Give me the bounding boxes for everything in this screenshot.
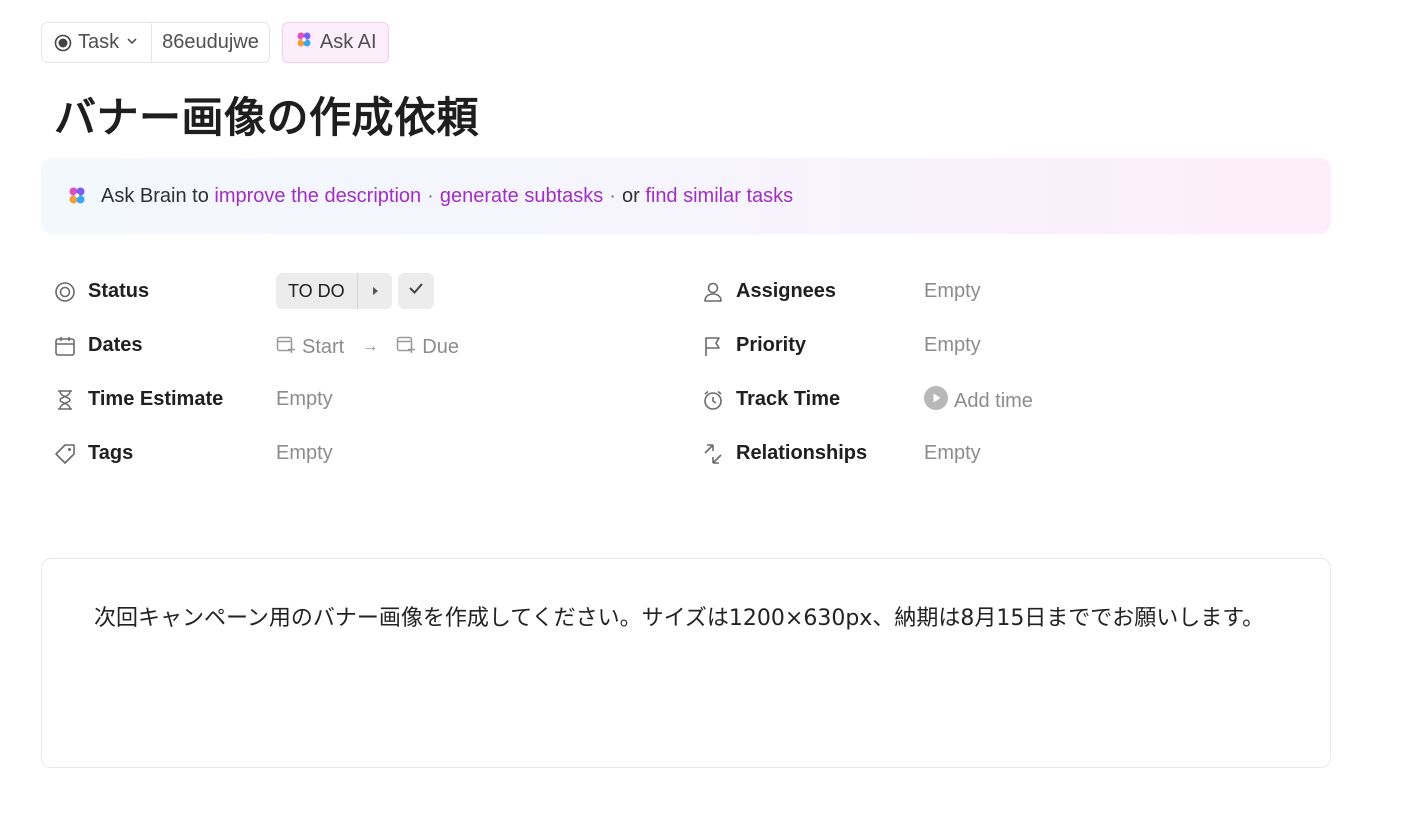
- brain-icon: [65, 184, 89, 208]
- flag-icon: [702, 335, 724, 357]
- time-estimate-value[interactable]: Empty: [276, 388, 333, 411]
- user-icon: [702, 281, 724, 303]
- check-icon: [407, 279, 425, 303]
- chevron-down-icon: [125, 31, 139, 54]
- status-value[interactable]: TO DO: [276, 273, 358, 309]
- caret-right-icon[interactable]: [358, 273, 392, 309]
- relationships-value[interactable]: Empty: [924, 442, 981, 465]
- ai-sparkle-icon: [294, 30, 314, 56]
- task-id[interactable]: 86eudujwe: [152, 23, 269, 62]
- tags-label-text: Tags: [88, 442, 134, 464]
- relationships-icon: [702, 443, 724, 465]
- complete-check-button[interactable]: [397, 273, 434, 309]
- ask-ai-button[interactable]: Ask AI: [281, 22, 389, 63]
- relationships-label: Relationships: [702, 442, 867, 465]
- start-date-button[interactable]: Start: [276, 334, 344, 360]
- assignees-label: Assignees: [702, 280, 836, 303]
- ask-ai-label: Ask AI: [319, 31, 377, 53]
- time-estimate-label: Time Estimate: [54, 388, 223, 411]
- status-pill[interactable]: TO DO: [276, 273, 392, 309]
- tag-icon: [54, 443, 76, 465]
- generate-subtasks-link[interactable]: generate subtasks: [440, 185, 603, 208]
- task-description[interactable]: 次回キャンペーン用のバナー画像を作成してください。サイズは1200×630px、…: [41, 558, 1331, 768]
- status-label-text: Status: [88, 280, 150, 302]
- add-time-label: Add time: [954, 389, 1033, 412]
- priority-label-text: Priority: [736, 334, 807, 356]
- due-date-label: Due: [422, 335, 459, 358]
- task-type-icon: [54, 34, 72, 52]
- status-control: TO DO: [276, 273, 434, 309]
- tags-value[interactable]: Empty: [276, 442, 333, 465]
- find-similar-tasks-link[interactable]: find similar tasks: [645, 185, 793, 208]
- brain-prefix: Ask Brain to: [101, 184, 209, 207]
- improve-description-link[interactable]: improve the description: [214, 185, 421, 208]
- due-date-button[interactable]: Due: [396, 334, 459, 360]
- task-type-group: Task 86eudujwe: [41, 22, 270, 63]
- task-type-dropdown[interactable]: Task: [42, 23, 153, 62]
- assignees-value[interactable]: Empty: [924, 280, 981, 303]
- track-time-label-text: Track Time: [736, 388, 841, 410]
- ask-brain-banner: Ask Brain to improve the description · g…: [41, 158, 1331, 234]
- priority-value[interactable]: Empty: [924, 334, 981, 357]
- task-header-bar: Task 86eudujwe Ask AI: [41, 22, 389, 63]
- brain-or: or: [621, 184, 640, 207]
- calendar-add-icon: [396, 334, 416, 360]
- dates-control: Start → Due: [276, 334, 459, 360]
- assignees-label-text: Assignees: [736, 280, 837, 302]
- tags-label: Tags: [54, 442, 133, 465]
- status-label: Status: [54, 280, 149, 303]
- play-icon: [924, 386, 948, 416]
- separator-dot: ·: [427, 184, 434, 207]
- track-time-label: Track Time: [702, 388, 840, 411]
- add-time-button[interactable]: Add time: [924, 386, 1033, 416]
- arrow-right-icon: →: [362, 338, 379, 355]
- dates-label: Dates: [54, 334, 142, 357]
- dates-label-text: Dates: [88, 334, 143, 356]
- stopwatch-icon: [702, 389, 724, 411]
- task-title[interactable]: バナー画像の作成依頼: [54, 84, 479, 145]
- calendar-icon: [54, 335, 76, 357]
- start-date-label: Start: [302, 335, 345, 358]
- priority-label: Priority: [702, 334, 806, 357]
- calendar-add-icon: [276, 334, 296, 360]
- hourglass-icon: [54, 389, 76, 411]
- relationships-label-text: Relationships: [736, 442, 868, 464]
- separator-dot: ·: [609, 184, 616, 207]
- status-icon: [54, 281, 76, 303]
- task-type-label: Task: [78, 31, 120, 53]
- time-estimate-label-text: Time Estimate: [88, 388, 224, 410]
